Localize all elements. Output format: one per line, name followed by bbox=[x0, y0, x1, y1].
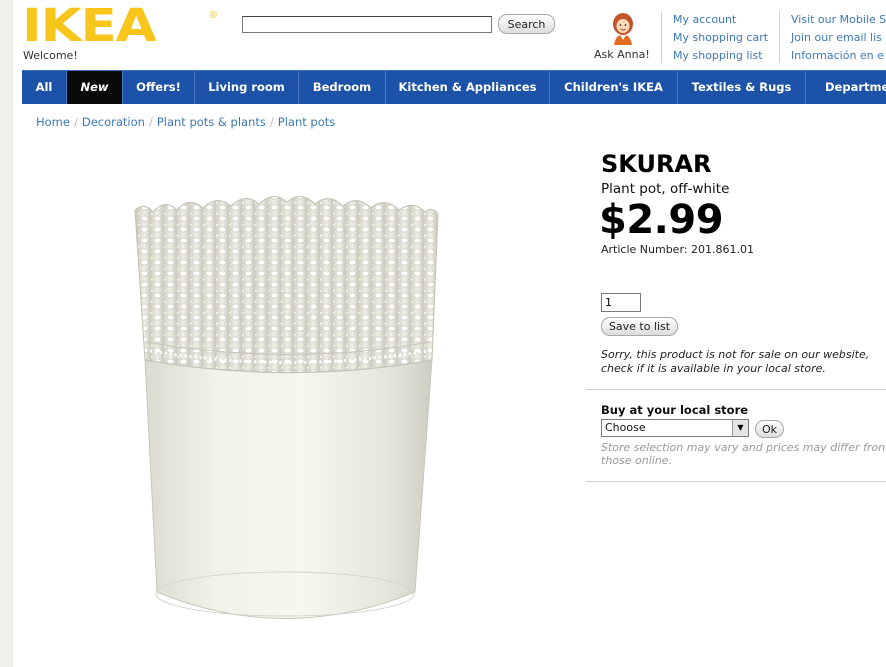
store-select-value: Choose bbox=[605, 421, 646, 434]
ask-anna-icon[interactable] bbox=[608, 11, 638, 45]
nav-item-new[interactable]: New bbox=[67, 71, 123, 104]
nav-item-living-room[interactable]: Living room bbox=[195, 71, 299, 104]
registered-mark: ® bbox=[208, 10, 218, 21]
nav-item-bedroom[interactable]: Bedroom bbox=[299, 71, 386, 104]
nav-item-textiles[interactable]: Textiles & Rugs bbox=[678, 71, 806, 104]
breadcrumb-decoration[interactable]: Decoration bbox=[82, 115, 145, 129]
chevron-down-icon[interactable]: ▼ bbox=[732, 420, 748, 436]
left-background-strip bbox=[0, 0, 13, 667]
main-navigation: All New Offers! Living room Bedroom Kitc… bbox=[22, 70, 886, 104]
section-divider bbox=[586, 481, 886, 482]
not-for-sale-notice: Sorry, this product is not for sale on o… bbox=[601, 348, 870, 375]
product-price: $2.99 bbox=[599, 197, 724, 243]
local-store-title: Buy at your local store bbox=[601, 403, 749, 417]
search-input[interactable] bbox=[242, 16, 492, 33]
header-divider bbox=[779, 11, 780, 63]
plant-pot-image[interactable] bbox=[125, 180, 445, 635]
product-description: Plant pot, off-white bbox=[601, 181, 730, 197]
ikea-logo[interactable]: IKEA bbox=[22, 3, 157, 48]
spanish-info-link[interactable]: Información en e bbox=[791, 49, 884, 62]
email-list-link[interactable]: Join our email lis bbox=[791, 31, 882, 44]
breadcrumb-plant-pots[interactable]: Plant pots bbox=[278, 115, 335, 129]
header-divider bbox=[661, 11, 662, 63]
ok-button[interactable]: Ok bbox=[755, 420, 784, 438]
search-button[interactable]: Search bbox=[498, 14, 555, 34]
store-select[interactable]: Choose ▼ bbox=[601, 419, 749, 437]
nav-item-offers[interactable]: Offers! bbox=[123, 71, 195, 104]
ask-anna-label[interactable]: Ask Anna! bbox=[594, 48, 650, 61]
section-divider bbox=[586, 389, 886, 390]
article-number: Article Number: 201.861.01 bbox=[601, 243, 754, 256]
breadcrumb: Home / Decoration / Plant pots & plants / Plan… bbox=[36, 115, 336, 129]
product-name: SKURAR bbox=[601, 150, 712, 178]
shopping-cart-link[interactable]: My shopping cart bbox=[673, 31, 768, 44]
nav-item-all[interactable]: All bbox=[22, 71, 67, 104]
quantity-input[interactable] bbox=[601, 293, 641, 312]
welcome-text: Welcome! bbox=[23, 49, 78, 62]
my-account-link[interactable]: My account bbox=[673, 13, 736, 26]
save-to-list-button[interactable]: Save to list bbox=[601, 317, 678, 336]
nav-item-kitchen[interactable]: Kitchen & Appliances bbox=[386, 71, 550, 104]
nav-item-departments[interactable]: Departme bbox=[806, 71, 886, 104]
breadcrumb-plant-pots-plants[interactable]: Plant pots & plants bbox=[157, 115, 266, 129]
nav-item-childrens[interactable]: Children's IKEA bbox=[550, 71, 678, 104]
breadcrumb-home[interactable]: Home bbox=[36, 115, 70, 129]
shopping-list-link[interactable]: My shopping list bbox=[673, 49, 763, 62]
store-selection-note: Store selection may vary and prices may … bbox=[601, 441, 886, 467]
mobile-site-link[interactable]: Visit our Mobile S bbox=[791, 13, 886, 26]
